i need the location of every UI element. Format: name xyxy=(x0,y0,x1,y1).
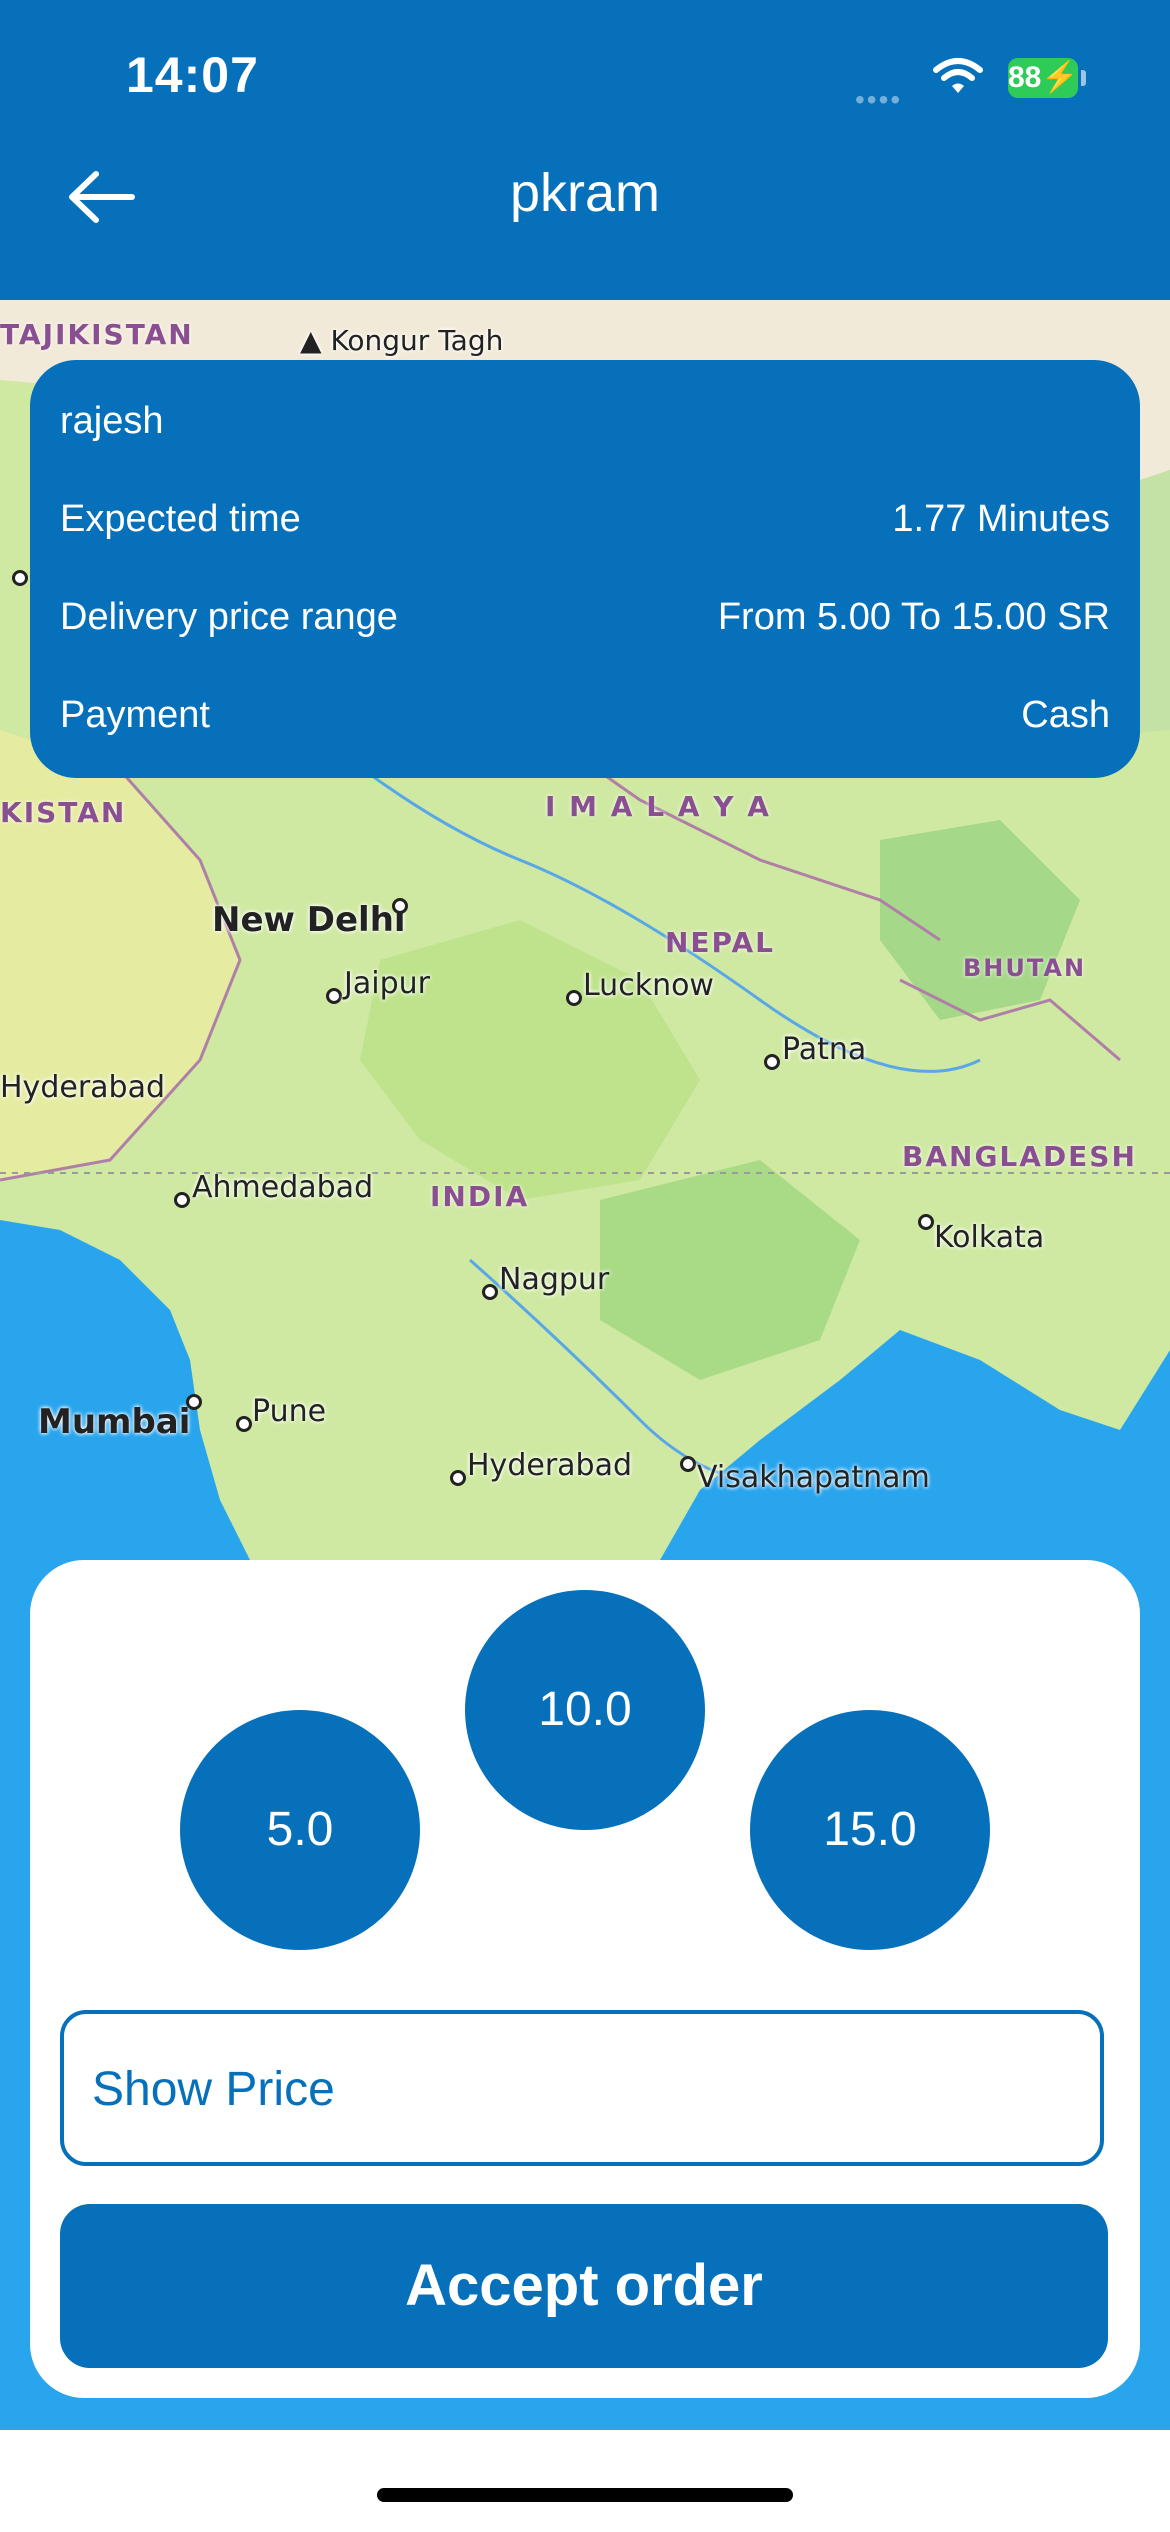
map-label-city: Patna xyxy=(782,1032,867,1067)
map-label-city: Kolkata xyxy=(934,1220,1045,1255)
map-label-country: BANGLADESH xyxy=(902,1140,1137,1173)
show-price-field[interactable] xyxy=(60,2010,1104,2166)
price-option-button[interactable]: 15.0 xyxy=(750,1710,990,1950)
price-range-value: From 5.00 To 15.00 SR xyxy=(717,596,1110,638)
city-dot xyxy=(12,570,28,586)
map-label-country: BHUTAN xyxy=(963,954,1087,982)
map-label-country: KISTAN xyxy=(0,796,127,829)
payment-value: Cash xyxy=(1021,694,1110,736)
map-label-country: NEPAL xyxy=(665,926,776,959)
price-selection-panel: 5.0 10.0 15.0 Accept order xyxy=(30,1560,1140,2398)
customer-name: rajesh xyxy=(60,400,164,442)
wifi-icon xyxy=(932,56,984,101)
map-label-city: Visakhapatnam xyxy=(697,1460,930,1495)
city-dot xyxy=(680,1456,696,1472)
home-indicator xyxy=(377,2488,793,2502)
city-dot xyxy=(174,1192,190,1208)
expected-time-label: Expected time xyxy=(60,498,301,540)
city-dot xyxy=(186,1394,202,1410)
city-dot xyxy=(918,1214,934,1230)
city-dot xyxy=(566,990,582,1006)
expected-time-value: 1.77 Minutes xyxy=(892,498,1110,540)
map-label-city: Lucknow xyxy=(583,968,714,1003)
price-option-button[interactable]: 5.0 xyxy=(180,1710,420,1950)
map-label-country: INDIA xyxy=(430,1180,530,1213)
page-title: pkram xyxy=(509,163,661,223)
customer-row: rajesh xyxy=(60,400,1110,450)
accept-order-button[interactable]: Accept order xyxy=(60,2204,1108,2368)
show-price-input[interactable] xyxy=(90,2014,1074,2164)
battery-level: 88 xyxy=(1008,61,1042,94)
status-bar: 14:07 •••• 88⚡ xyxy=(0,0,1170,140)
payment-label: Payment xyxy=(60,694,210,736)
cellular-signal-icon: •••• xyxy=(855,84,903,115)
map-label-city: Pune xyxy=(252,1394,327,1429)
city-dot xyxy=(764,1054,780,1070)
price-range-label: Delivery price range xyxy=(60,596,398,638)
city-dot xyxy=(326,988,342,1004)
map-label-city: Nagpur xyxy=(499,1262,610,1297)
map-label-city: Hyderabad xyxy=(0,1070,165,1105)
city-dot xyxy=(482,1284,498,1300)
expected-time-row: Expected time 1.77 Minutes xyxy=(60,498,1110,548)
payment-row: Payment Cash xyxy=(60,694,1110,744)
battery-cap xyxy=(1081,70,1086,86)
order-info-card: rajesh Expected time 1.77 Minutes Delive… xyxy=(30,360,1140,778)
peak-name: Kongur Tagh xyxy=(330,324,504,357)
map-label-peak: ▲ Kongur Tagh xyxy=(300,324,504,357)
map-label-city: Hyderabad xyxy=(467,1448,632,1483)
price-option-button[interactable]: 10.0 xyxy=(465,1590,705,1830)
city-dot xyxy=(236,1416,252,1432)
map-label-city: Mumbai xyxy=(38,1402,191,1442)
price-range-row: Delivery price range From 5.00 To 15.00 … xyxy=(60,596,1110,646)
city-dot xyxy=(392,898,408,914)
battery-icon: 88⚡ xyxy=(1008,58,1079,98)
map-label-city: Ahmedabad xyxy=(192,1170,374,1205)
city-dot xyxy=(450,1470,466,1486)
nav-bar: pkram xyxy=(0,140,1170,300)
map-label-city: New Delhi xyxy=(212,900,406,940)
map-label-region: I M A L A Y A xyxy=(545,790,771,823)
status-time: 14:07 xyxy=(126,47,259,103)
map-label-city: Jaipur xyxy=(344,966,430,1001)
map-label-country: TAJIKISTAN xyxy=(0,318,194,351)
